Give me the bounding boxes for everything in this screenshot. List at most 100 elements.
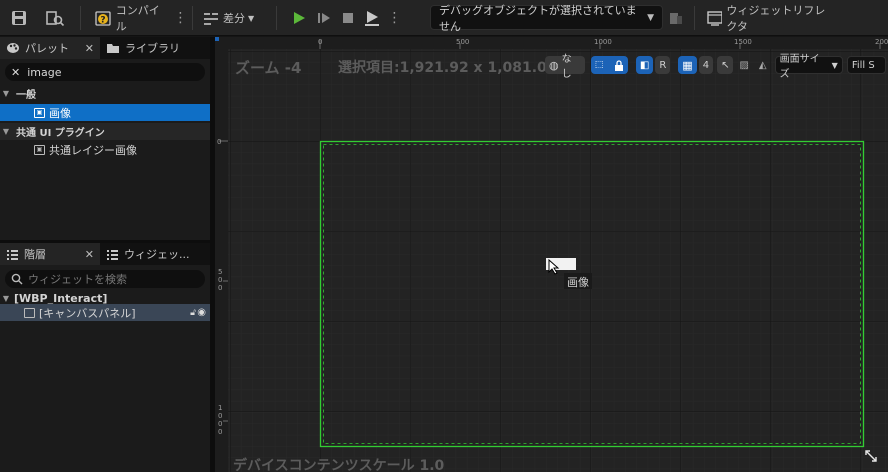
mouse-cursor-icon — [548, 259, 560, 275]
close-icon[interactable]: ✕ — [85, 248, 94, 261]
palette-item-lazy-image-label: 共通レイジー画像 — [49, 143, 137, 157]
chevron-down-icon: ▼ — [831, 60, 838, 70]
tab-palette[interactable]: パレット ✕ — [0, 37, 100, 59]
browse-button[interactable] — [44, 5, 66, 31]
palette-search-value: image — [27, 65, 62, 79]
debug-object-dropdown[interactable]: デバッグオブジェクトが選択されていません ▼ — [430, 4, 663, 33]
localization-label: なし — [561, 54, 572, 80]
tab-library-label: ライブラリ — [125, 42, 180, 55]
hierarchy-icon — [7, 250, 18, 260]
collapse-arrow-icon: ▼ — [2, 294, 10, 303]
clear-search-icon[interactable]: ✕ — [11, 66, 20, 79]
diff-label: 差分 — [223, 12, 245, 25]
left-panel: パレット ✕ ライブラリ ✕ image ▼ 一般 ▣ 画像 ▼ 共通 UI プ… — [0, 37, 210, 472]
designer-grid — [215, 37, 888, 472]
lock-icon[interactable]: 🔓︎ — [190, 308, 196, 318]
widget-reflector-label: ウィジェットリフレクタ — [726, 4, 826, 33]
widget-reflector-icon — [707, 11, 723, 26]
grid-size-dropdown[interactable]: 4 — [698, 56, 714, 74]
layout-icon: ◧ — [639, 59, 650, 71]
eye-icon[interactable]: ◉ — [197, 307, 206, 318]
ruler-left-label: 1000 — [218, 404, 223, 436]
canvas-panel-icon — [24, 307, 35, 318]
toolbar-separator — [694, 6, 695, 30]
play-options-button[interactable]: ⋮ — [388, 5, 402, 31]
fill-screen-dropdown[interactable]: Fill S — [846, 56, 886, 74]
ruler-top-label: 1000 — [594, 38, 612, 46]
select-mode-button[interactable]: ↖ — [717, 56, 734, 74]
step-button[interactable] — [312, 5, 336, 31]
save-button[interactable] — [8, 5, 30, 31]
widget-reflector-button[interactable]: ウィジェットリフレクタ — [706, 4, 836, 33]
main-toolbar: ? コンパイル ⋮ 差分 ▼ ⋮ デバッグオブジェクトが選択されていません ▼ … — [0, 0, 888, 36]
toolbar-separator — [276, 6, 277, 30]
zoom-label: ズーム -4 — [235, 59, 302, 77]
layout-toggle[interactable]: ◧ — [635, 56, 654, 74]
search-icon — [11, 273, 23, 285]
designer-viewport[interactable]: 0 500 1000 1500 200 0 500 1000 ズーム -4 選択… — [215, 37, 888, 472]
tab-library[interactable]: ライブラリ — [100, 37, 210, 59]
viewport-controls: ◍ なし ⬚ ◧ R ▦ 4 ↖ ▨ ◭ 画面サイズ ▼ Fill S — [545, 54, 888, 80]
collapse-arrow-icon: ▼ — [2, 89, 10, 98]
hierarchy-item-label: [キャンバスパネル] — [39, 306, 136, 320]
globe-icon: ◍ — [549, 58, 559, 72]
tab-palette-label: パレット — [25, 42, 69, 55]
lock-icon — [614, 59, 623, 71]
ruler-top-label: 0 — [318, 38, 323, 46]
stop-button[interactable] — [336, 5, 360, 31]
dotted-box-icon: ⬚ — [594, 60, 604, 70]
tab-widget-label: ウィジェッ... — [124, 248, 190, 261]
ruler-top-label: 1500 — [734, 38, 752, 46]
palette-search-input[interactable]: ✕ image — [5, 63, 205, 81]
compile-options-button[interactable]: ⋮ — [174, 5, 188, 31]
folder-icon — [670, 13, 682, 24]
chevron-down-icon: ▼ — [647, 12, 654, 23]
category-common[interactable]: ▼ 一般 — [0, 85, 210, 102]
drag-tooltip: 画像 — [564, 273, 592, 289]
play-controls: ⋮ — [286, 5, 406, 31]
resize-handle-icon[interactable] — [864, 449, 878, 463]
grid-size-value: 4 — [702, 59, 710, 71]
image-widget-icon: ▣ — [34, 144, 45, 155]
category-common-ui[interactable]: ▼ 共通 UI プラグイン — [0, 123, 210, 140]
tab-widget-binding[interactable]: ウィジェッ... — [100, 243, 210, 265]
fill-screen-label: Fill S — [851, 59, 875, 71]
screen-size-dropdown[interactable]: 画面サイズ ▼ — [774, 54, 843, 80]
tab-hierarchy[interactable]: 階層 ✕ — [0, 243, 100, 265]
respect-locks-toggle[interactable]: ⬚ — [590, 56, 628, 74]
reset-button[interactable]: R — [655, 56, 671, 74]
palette-icon — [7, 43, 19, 53]
flip-button[interactable]: ◭ — [755, 56, 771, 74]
hierarchy-search-input[interactable]: ウィジェットを検索 — [5, 270, 205, 288]
image-widget-icon: ▣ — [34, 107, 45, 118]
hierarchy-item-canvas-panel[interactable]: [キャンバスパネル] 🔓︎ ◉ — [0, 304, 210, 321]
browse-icon — [46, 11, 65, 26]
localization-button[interactable]: ◍ なし — [545, 54, 585, 80]
hierarchy-tabbar: 階層 ✕ ウィジェッ... — [0, 243, 210, 265]
folder-icon — [107, 44, 119, 53]
image-mode-button[interactable]: ▨ — [735, 56, 752, 74]
hierarchy-icon — [107, 250, 118, 260]
grid-snap-toggle[interactable]: ▦ — [678, 56, 697, 74]
category-common-label: 一般 — [16, 90, 36, 101]
save-icon — [12, 11, 26, 25]
diff-icon — [204, 13, 218, 25]
palette-item-lazy-image[interactable]: ▣ 共通レイジー画像 — [0, 141, 210, 158]
image-icon: ▨ — [739, 59, 749, 71]
diff-button[interactable]: 差分 ▼ — [202, 5, 260, 31]
toolbar-separator — [80, 6, 81, 30]
ruler-top-label: 200 — [875, 38, 888, 46]
collapse-arrow-icon: ▼ — [2, 127, 10, 136]
compile-button[interactable]: ? コンパイル — [95, 4, 170, 33]
compile-label: コンパイル — [115, 4, 160, 33]
close-icon[interactable]: ✕ — [85, 42, 94, 55]
play-button[interactable] — [286, 5, 312, 31]
debug-object-label: デバッグオブジェクトが選択されていません — [439, 3, 637, 33]
simulate-button[interactable] — [360, 5, 384, 31]
simulate-icon — [365, 11, 379, 26]
compile-icon: ? — [95, 11, 111, 26]
cursor-icon: ↖ — [721, 59, 730, 71]
tab-hierarchy-label: 階層 — [24, 248, 46, 261]
palette-item-image[interactable]: ▣ 画像 — [0, 104, 210, 121]
debug-browse-button[interactable] — [666, 5, 686, 31]
